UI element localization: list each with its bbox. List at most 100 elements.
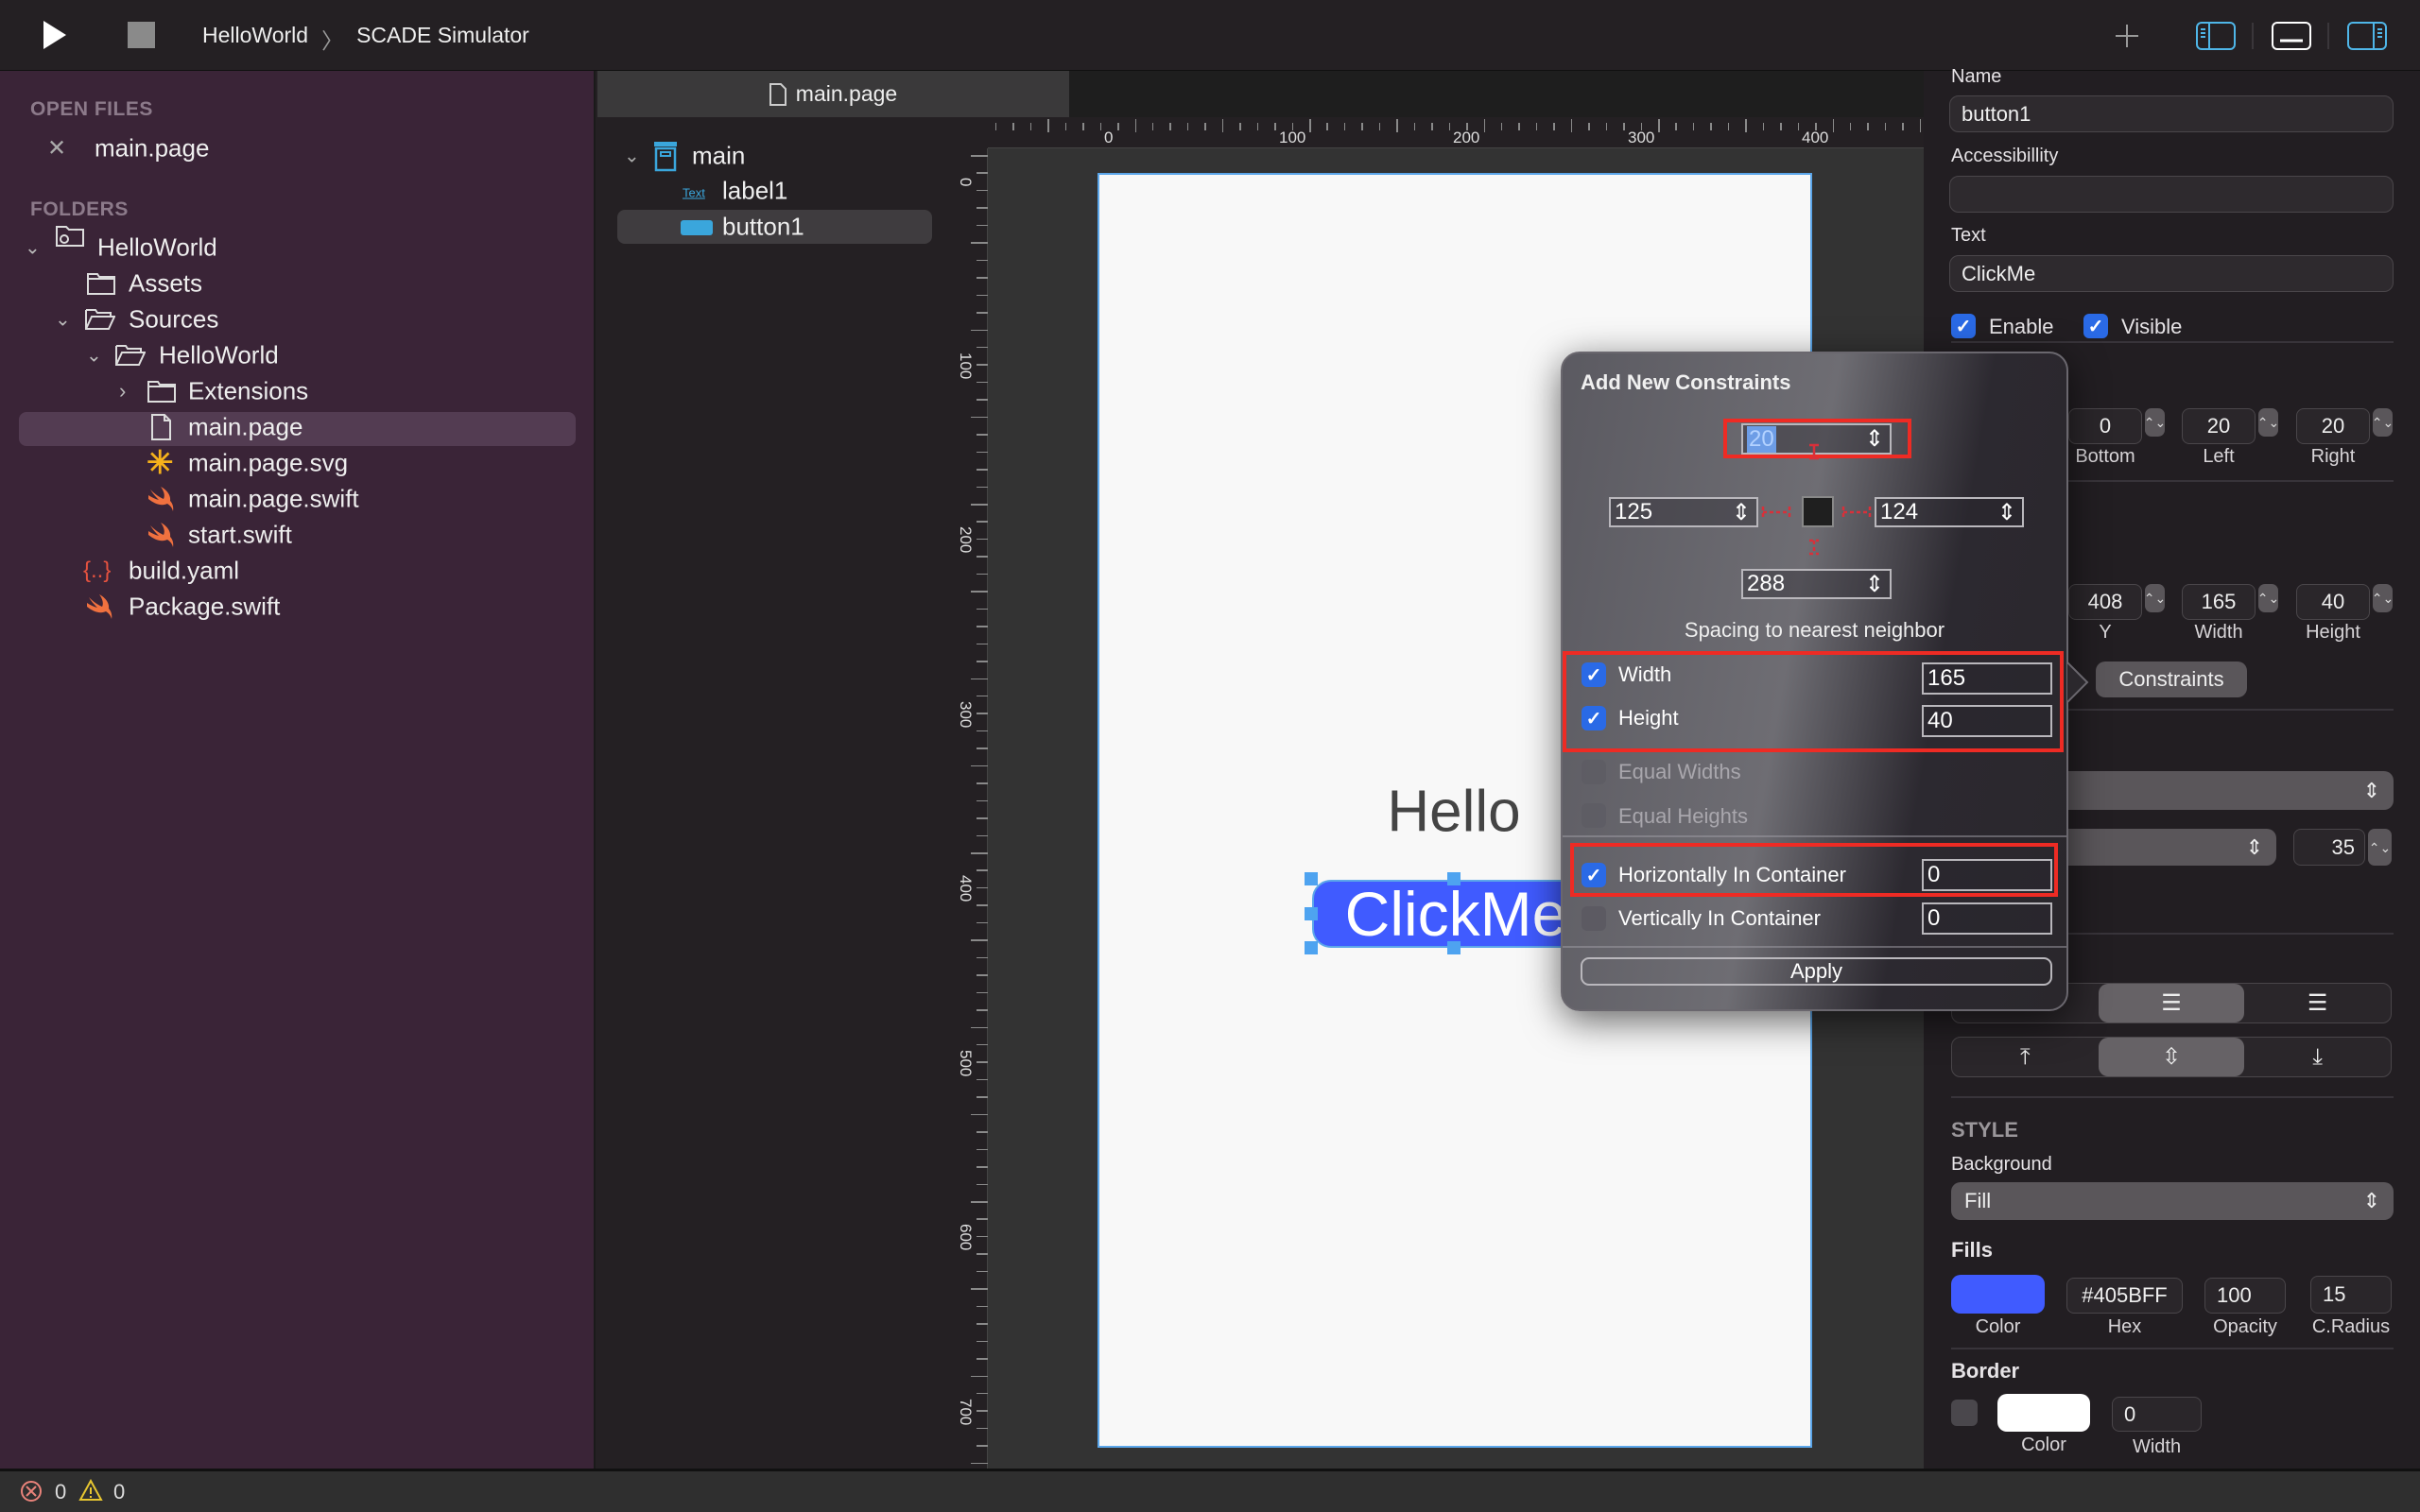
vertically-value-field[interactable]: 0	[1922, 902, 2052, 935]
width-value-field[interactable]: 165	[1922, 662, 2052, 695]
outline-item[interactable]: main	[692, 142, 745, 171]
tree-item-selected[interactable]: main.page	[188, 413, 302, 442]
tree-item[interactable]: Sources	[129, 305, 218, 335]
outline-item-selected[interactable]: button1	[722, 213, 804, 242]
align-center-button[interactable]: ☰	[2098, 984, 2245, 1022]
chevron-down-icon[interactable]: ⌄	[55, 308, 71, 332]
fill-hex-field[interactable]: #405BFF	[2066, 1278, 2183, 1314]
swift-icon	[148, 523, 174, 547]
fill-color-swatch[interactable]	[1951, 1275, 2045, 1314]
close-icon[interactable]: ✕	[47, 135, 66, 163]
enable-checkbox[interactable]: ✓	[1951, 314, 1976, 338]
tree-item[interactable]: build.yaml	[129, 557, 239, 586]
name-field[interactable]: button1	[1949, 95, 2394, 132]
width-stepper[interactable]: ⌃⌄	[2257, 584, 2279, 612]
ruler-tick	[977, 277, 988, 279]
apply-button[interactable]: Apply	[1581, 957, 2052, 986]
height-value-field[interactable]: 40	[1922, 705, 2052, 737]
chevron-down-icon[interactable]: ⌄	[624, 145, 640, 168]
ruler-tick	[977, 381, 988, 384]
background-select[interactable]: Fill ⇕	[1951, 1182, 2394, 1220]
ruler-tick	[1221, 119, 1224, 132]
ruler-tick	[1117, 123, 1119, 130]
plus-icon[interactable]	[2114, 23, 2140, 49]
y-stepper[interactable]: ⌃⌄	[2144, 584, 2166, 612]
spacing-constraint-lines[interactable]	[1563, 353, 2070, 637]
folder-open-icon	[85, 309, 115, 330]
chevron-down-icon[interactable]: ⌄	[86, 344, 102, 368]
breadcrumb-target[interactable]: SCADE Simulator	[356, 23, 529, 55]
equal-heights-label: Equal Heights	[1618, 804, 1748, 828]
ruler-tick	[977, 521, 988, 523]
resize-handle[interactable]	[1305, 941, 1318, 954]
vertically-in-container-checkbox[interactable]	[1582, 906, 1606, 931]
chevron-right-icon[interactable]: ›	[119, 379, 126, 404]
right-margin-field[interactable]: 20	[2296, 408, 2370, 444]
tree-item[interactable]: HelloWorld	[97, 233, 217, 263]
warning-icon[interactable]	[78, 1479, 103, 1502]
tree-item[interactable]: Extensions	[188, 377, 308, 406]
equal-heights-checkbox[interactable]	[1582, 803, 1606, 828]
stop-icon[interactable]	[128, 22, 155, 48]
error-icon[interactable]	[20, 1480, 43, 1503]
text-field[interactable]: ClickMe	[1949, 255, 2394, 292]
resize-handle[interactable]	[1305, 872, 1318, 885]
accessibility-field[interactable]	[1949, 176, 2394, 213]
tree-item[interactable]: HelloWorld	[159, 341, 279, 370]
tree-item[interactable]: Assets	[129, 269, 202, 299]
fill-radius-field[interactable]: 15	[2310, 1276, 2392, 1314]
horizontally-value-field[interactable]: 0	[1922, 859, 2052, 891]
tree-item[interactable]: main.page.swift	[188, 485, 359, 514]
play-icon[interactable]	[43, 21, 66, 49]
width-field[interactable]: 165	[2182, 584, 2256, 620]
tree-item[interactable]: start.swift	[188, 521, 292, 550]
ruler-tick	[1361, 123, 1363, 130]
chevron-down-icon[interactable]: ⌄	[25, 236, 41, 260]
bottom-margin-field[interactable]: 0	[2068, 408, 2142, 444]
left-panel-icon[interactable]	[2196, 22, 2236, 50]
hello-label[interactable]: Hello	[1387, 779, 1520, 846]
left-margin-field[interactable]: 20	[2182, 408, 2256, 444]
font-size-stepper[interactable]: ⌃⌄	[2368, 829, 2392, 866]
folder-icon	[147, 381, 176, 403]
border-color-swatch[interactable]	[1997, 1394, 2090, 1432]
height-checkbox[interactable]: ✓	[1582, 706, 1606, 730]
align-right-button[interactable]: ☰	[2244, 984, 2391, 1022]
right-stepper[interactable]: ⌃⌄	[2372, 408, 2394, 437]
font-size-field[interactable]: 35	[2293, 829, 2365, 866]
height-field[interactable]: 40	[2296, 584, 2370, 620]
clickme-button[interactable]: ClickMe	[1312, 879, 1599, 949]
align-bottom-button[interactable]: ⤓	[2244, 1038, 2391, 1076]
tree-item[interactable]: main.page.svg	[188, 449, 348, 478]
ruler-tick	[977, 661, 988, 662]
fill-opacity-field[interactable]: 100	[2204, 1278, 2286, 1314]
resize-handle[interactable]	[1305, 907, 1318, 920]
tree-item[interactable]: Package.swift	[129, 593, 280, 622]
equal-widths-checkbox[interactable]	[1582, 760, 1606, 784]
open-file-item[interactable]: main.page	[95, 134, 209, 163]
border-checkbox[interactable]	[1951, 1400, 1978, 1426]
border-width-field[interactable]: 0	[2112, 1397, 2202, 1432]
resize-handle[interactable]	[1447, 941, 1461, 954]
ruler-tick	[971, 939, 988, 941]
visible-checkbox[interactable]: ✓	[2083, 314, 2108, 338]
outline-item[interactable]: label1	[722, 177, 787, 206]
height-stepper[interactable]: ⌃⌄	[2372, 584, 2394, 612]
right-panel-icon[interactable]	[2347, 22, 2387, 50]
align-middle-button[interactable]: ⇳	[2098, 1038, 2245, 1076]
y-field[interactable]: 408	[2068, 584, 2142, 620]
project-folder-icon	[56, 226, 84, 247]
ruler-tick	[1588, 123, 1590, 130]
ruler-tick	[977, 991, 988, 994]
width-checkbox[interactable]: ✓	[1582, 662, 1606, 687]
horizontally-in-container-checkbox[interactable]: ✓	[1582, 863, 1606, 887]
bottom-stepper[interactable]: ⌃⌄	[2144, 408, 2166, 437]
tab-main-page[interactable]: main.page	[597, 71, 1069, 117]
ruler-tick	[977, 1270, 988, 1273]
resize-handle[interactable]	[1447, 872, 1461, 885]
align-top-button[interactable]: ⤒	[1952, 1038, 2099, 1076]
bottom-panel-icon[interactable]	[2272, 22, 2311, 50]
constraints-button[interactable]: Constraints	[2096, 662, 2247, 697]
left-stepper[interactable]: ⌃⌄	[2257, 408, 2279, 437]
breadcrumb-project[interactable]: HelloWorld	[202, 23, 308, 55]
